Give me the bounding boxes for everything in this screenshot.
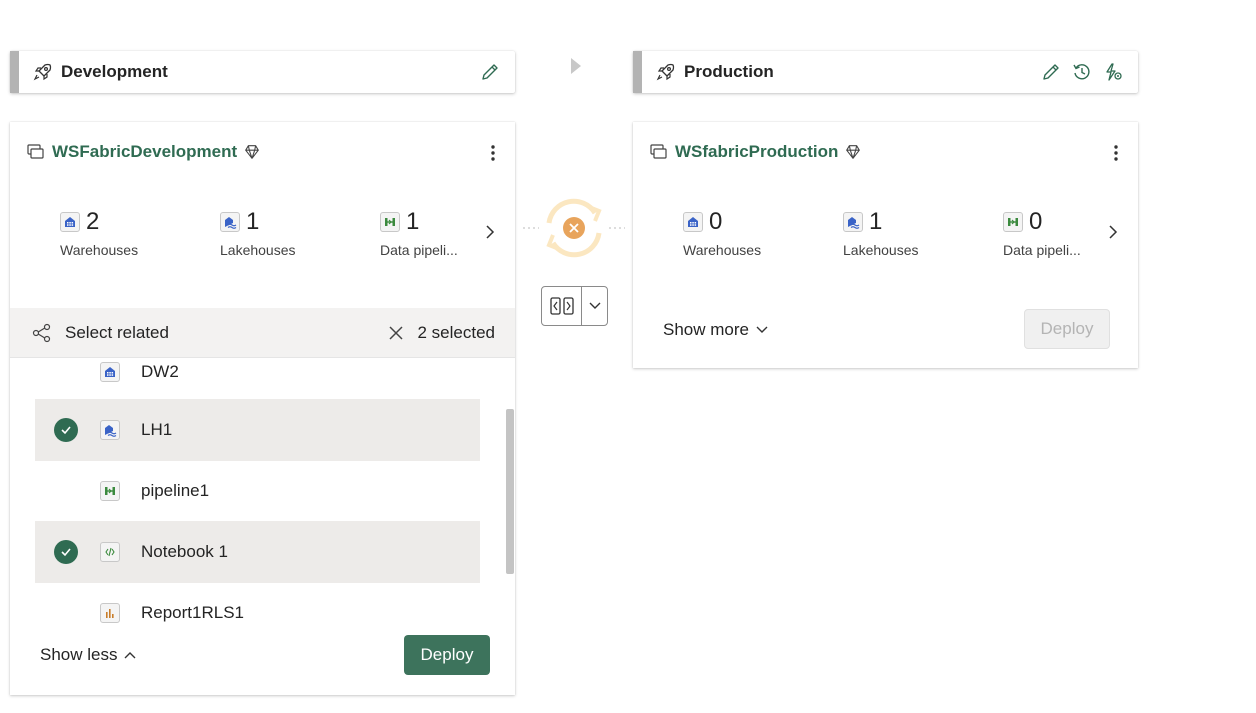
pipeline-icon bbox=[100, 481, 120, 501]
list-item[interactable]: LH1 bbox=[35, 399, 480, 461]
deploy-button[interactable]: Deploy bbox=[1024, 309, 1110, 349]
stat-warehouses[interactable]: 2 Warehouses bbox=[60, 208, 138, 258]
item-stats: 2 Warehouses 1 Lakehouses 1 Data pipeli.… bbox=[60, 208, 500, 268]
stat-count: 0 bbox=[709, 208, 723, 235]
list-item[interactable]: Notebook 1 bbox=[35, 521, 480, 583]
report-icon bbox=[100, 603, 120, 623]
warehouse-icon bbox=[100, 362, 120, 382]
stat-count: 2 bbox=[86, 208, 100, 235]
item-stats: 0 Warehouses 1 Lakehouses 0 Data pipeli.… bbox=[683, 208, 1123, 268]
chevron-right-icon[interactable] bbox=[481, 222, 499, 242]
stat-count: 1 bbox=[246, 208, 260, 235]
deployment-rules-icon[interactable] bbox=[1102, 61, 1124, 83]
warehouse-icon bbox=[60, 212, 80, 232]
stat-label: Data pipeli... bbox=[380, 242, 458, 258]
list-item[interactable]: DW2 bbox=[35, 359, 480, 403]
stat-data-pipelines[interactable]: 0 Data pipeli... bbox=[1003, 208, 1081, 258]
stage-indicator-bar bbox=[10, 51, 19, 93]
select-related-bar: Select related 2 selected bbox=[10, 308, 515, 358]
stat-label: Lakehouses bbox=[220, 242, 296, 258]
stat-warehouses[interactable]: 0 Warehouses bbox=[683, 208, 761, 258]
item-name: DW2 bbox=[141, 362, 179, 381]
workspace-icon bbox=[649, 142, 669, 162]
item-name: Report1RLS1 bbox=[141, 603, 245, 622]
compare-split-button bbox=[541, 286, 608, 326]
deploy-button[interactable]: Deploy bbox=[404, 635, 490, 675]
list-scrollbar[interactable] bbox=[506, 409, 514, 574]
workspace-name[interactable]: WSFabricDevelopment bbox=[52, 142, 237, 162]
compare-dropdown[interactable] bbox=[582, 287, 607, 325]
edit-stage-pencil-icon[interactable] bbox=[479, 61, 501, 83]
stage-header-development: Development bbox=[10, 51, 515, 93]
notebook-icon bbox=[100, 542, 120, 562]
list-item[interactable]: pipeline1 bbox=[35, 460, 480, 522]
stat-label: Warehouses bbox=[683, 242, 762, 258]
chevron-right-icon[interactable] bbox=[1104, 222, 1122, 242]
item-name: pipeline1 bbox=[141, 481, 210, 500]
deployment-history-icon[interactable] bbox=[1071, 61, 1093, 83]
more-options-icon[interactable] bbox=[483, 142, 503, 164]
rocket-icon bbox=[33, 62, 53, 82]
stat-count: 1 bbox=[869, 208, 883, 235]
chevron-down-icon bbox=[756, 326, 768, 333]
checkmark-icon[interactable] bbox=[54, 540, 78, 564]
sync-status-icon bbox=[523, 198, 625, 258]
lakehouse-icon bbox=[220, 212, 240, 232]
more-options-icon[interactable] bbox=[1106, 142, 1126, 164]
stat-lakehouses[interactable]: 1 Lakehouses bbox=[220, 208, 296, 258]
lakehouse-icon bbox=[843, 212, 863, 232]
show-less-button[interactable]: Show less bbox=[40, 645, 137, 665]
warehouse-icon bbox=[683, 212, 703, 232]
stat-label: Warehouses bbox=[60, 242, 139, 258]
item-name: LH1 bbox=[141, 420, 173, 439]
stage-arrow-icon bbox=[571, 58, 581, 74]
stage-indicator-bar bbox=[633, 51, 642, 93]
compare-button[interactable] bbox=[542, 287, 582, 325]
premium-diamond-icon bbox=[243, 143, 261, 161]
stage-header-production: Production bbox=[633, 51, 1138, 93]
select-related-button[interactable]: Select related bbox=[65, 323, 169, 343]
stat-count: 1 bbox=[406, 208, 420, 235]
stat-lakehouses[interactable]: 1 Lakehouses bbox=[843, 208, 919, 258]
show-less-label: Show less bbox=[40, 645, 118, 664]
stage-name: Production bbox=[684, 62, 774, 81]
item-name: Notebook 1 bbox=[141, 542, 228, 561]
clear-selection-close-icon[interactable] bbox=[386, 323, 406, 343]
workspace-icon bbox=[26, 142, 46, 162]
share-nodes-icon[interactable] bbox=[32, 323, 52, 343]
workspace-name[interactable]: WSfabricProduction bbox=[675, 142, 838, 162]
stat-data-pipelines[interactable]: 1 Data pipeli... bbox=[380, 208, 458, 258]
pipeline-icon bbox=[1003, 212, 1023, 232]
stat-label: Lakehouses bbox=[843, 242, 919, 258]
list-item[interactable]: Report1RLS1 bbox=[35, 582, 480, 624]
development-workspace-card: WSFabricDevelopment 2 Warehouses 1 Lakeh… bbox=[10, 122, 515, 695]
lakehouse-icon bbox=[100, 420, 120, 440]
pipeline-icon bbox=[380, 212, 400, 232]
stat-label: Data pipeli... bbox=[1003, 242, 1081, 258]
rocket-icon bbox=[656, 62, 676, 82]
stat-count: 0 bbox=[1029, 208, 1043, 235]
premium-diamond-icon bbox=[844, 143, 862, 161]
edit-stage-pencil-icon[interactable] bbox=[1040, 61, 1062, 83]
show-more-label: Show more bbox=[663, 320, 749, 339]
compare-icon bbox=[549, 297, 574, 315]
stage-name: Development bbox=[61, 62, 168, 81]
item-list: DW2 LH1 pipeline1 Notebook 1 Report1RLS1 bbox=[10, 359, 515, 624]
show-more-button[interactable]: Show more bbox=[663, 320, 769, 340]
chevron-down-icon bbox=[589, 302, 600, 309]
checkmark-icon[interactable] bbox=[54, 418, 78, 442]
production-workspace-card: WSfabricProduction 0 Warehouses 1 Lakeho… bbox=[633, 122, 1138, 368]
chevron-up-icon bbox=[124, 652, 136, 659]
selected-count: 2 selected bbox=[417, 322, 496, 342]
